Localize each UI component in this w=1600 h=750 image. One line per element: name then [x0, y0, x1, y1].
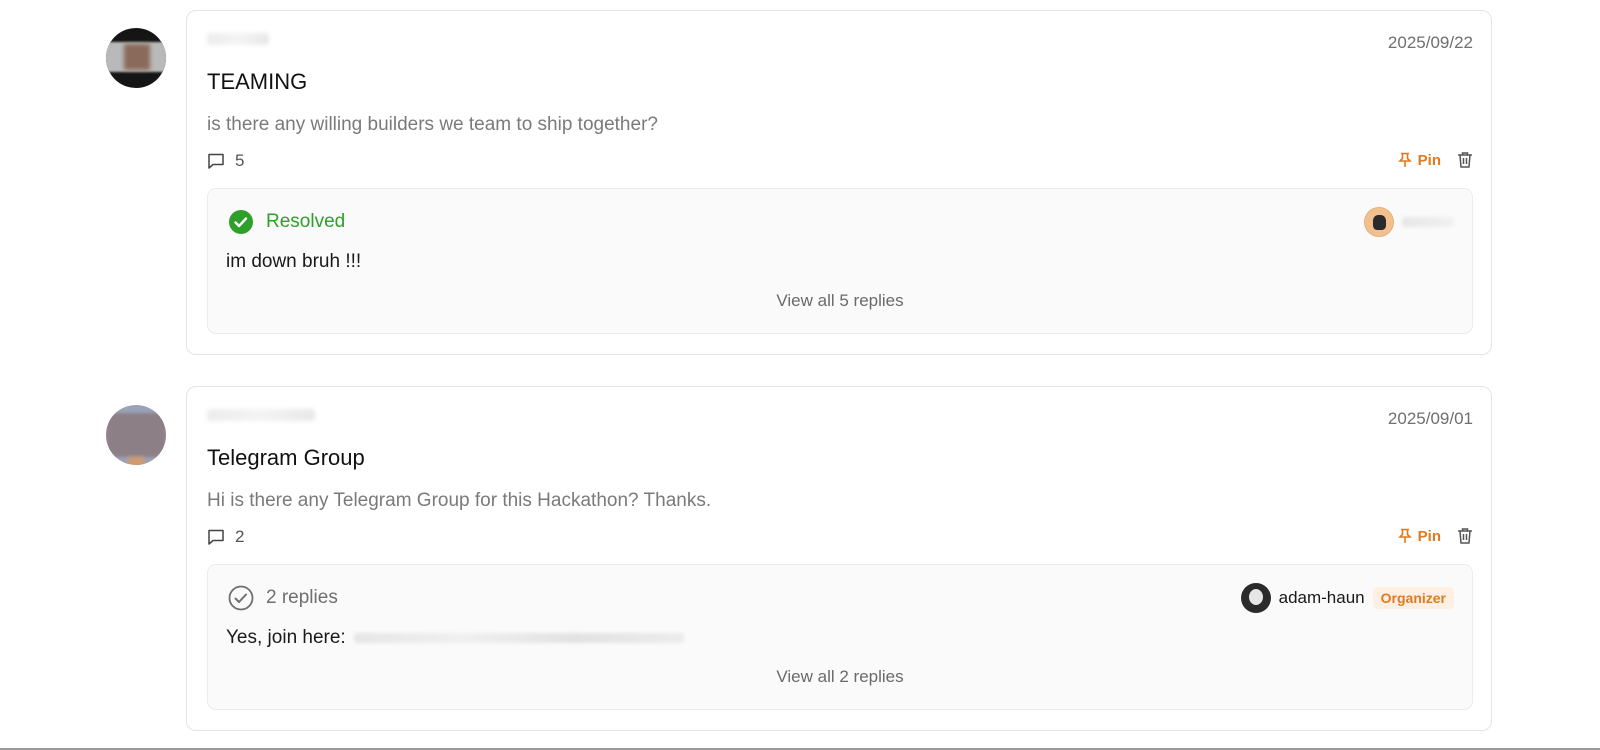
- author-avatar[interactable]: [106, 28, 166, 88]
- post-card: 2025/09/01 Telegram Group Hi is there an…: [186, 386, 1492, 731]
- avatar-redaction: [124, 44, 150, 70]
- reply-author-name: adam-haun: [1278, 588, 1365, 607]
- pin-label: Pin: [1417, 151, 1441, 169]
- comment-count[interactable]: 5: [207, 151, 244, 171]
- post-date: 2025/09/22: [1387, 33, 1473, 52]
- post-card: 2025/09/22 TEAMING is there any willing …: [186, 10, 1492, 355]
- comment-icon: [208, 153, 224, 169]
- reply-author[interactable]: adam-haun Organizer: [1240, 583, 1454, 613]
- pin-label: Pin: [1417, 527, 1441, 545]
- author-name-redacted: [207, 33, 269, 45]
- reply-link-redacted[interactable]: [353, 633, 684, 643]
- author-avatar[interactable]: [106, 405, 166, 465]
- pin-button[interactable]: Pin: [1397, 527, 1441, 545]
- delete-button[interactable]: [1457, 151, 1473, 169]
- avatar-redaction: [106, 413, 166, 457]
- check-circle-outline-icon: [228, 585, 254, 611]
- post-actions: Pin: [1397, 527, 1473, 545]
- top-reply-box: Resolved im down bruh !!! View all 5 rep…: [207, 188, 1473, 334]
- resolved-status: Resolved: [228, 209, 345, 235]
- replies-status: 2 replies: [228, 585, 338, 611]
- status-label: Resolved: [266, 211, 346, 232]
- trash-icon: [1458, 528, 1472, 544]
- reply-author-name-redacted: [1402, 217, 1454, 227]
- post-actions: Pin: [1397, 151, 1473, 169]
- top-reply-box: 2 replies adam-haun Organizer Yes, join …: [207, 564, 1473, 710]
- post-body: Hi is there any Telegram Group for this …: [207, 490, 712, 511]
- reply-text: Yes, join here:: [226, 627, 684, 649]
- organizer-badge: Organizer: [1372, 587, 1454, 609]
- comment-count[interactable]: 2: [207, 527, 244, 547]
- post-title[interactable]: Telegram Group: [207, 445, 365, 471]
- reply-author[interactable]: [1364, 207, 1454, 237]
- reply-text-content: Yes, join here:: [226, 627, 346, 648]
- reply-author-avatar: [1240, 583, 1271, 613]
- status-label: 2 replies: [266, 587, 338, 608]
- pin-icon: [1397, 152, 1412, 167]
- check-circle-filled-icon: [229, 210, 253, 234]
- avatar-redaction: [128, 457, 144, 465]
- comment-count-value: 5: [235, 151, 245, 170]
- pin-button[interactable]: Pin: [1397, 151, 1441, 169]
- delete-button[interactable]: [1457, 527, 1473, 545]
- trash-icon: [1458, 152, 1472, 168]
- comment-icon: [208, 529, 224, 545]
- reply-text: im down bruh !!!: [226, 251, 362, 272]
- post-body: is there any willing builders we team to…: [207, 114, 658, 135]
- pin-icon: [1397, 528, 1412, 543]
- reply-author-avatar: [1364, 207, 1394, 237]
- post-date: 2025/09/01: [1387, 409, 1473, 428]
- author-name-redacted: [207, 409, 315, 421]
- view-all-replies-link[interactable]: View all 2 replies: [208, 667, 1472, 687]
- view-all-replies-link[interactable]: View all 5 replies: [208, 291, 1472, 311]
- comment-count-value: 2: [235, 527, 245, 546]
- post-title[interactable]: TEAMING: [207, 69, 307, 95]
